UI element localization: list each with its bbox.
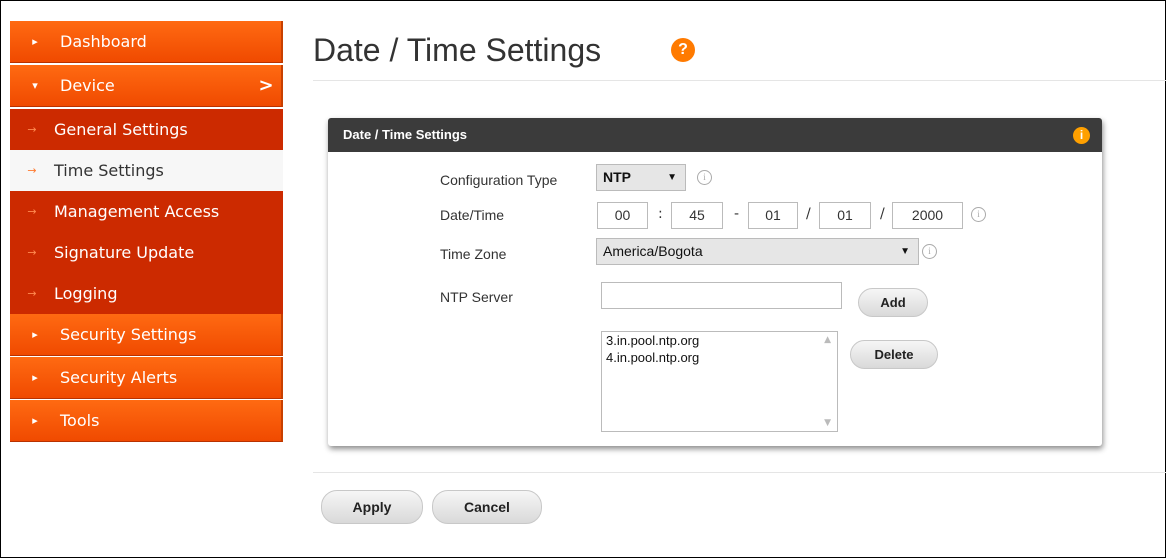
ntp-server-label: NTP Server — [440, 289, 513, 305]
minute-input[interactable]: 45 — [671, 202, 723, 229]
sidebar-item-time-settings[interactable]: → Time Settings — [10, 150, 283, 192]
dropdown-arrow-icon: ▼ — [667, 172, 677, 183]
chevron-right-icon: > — [258, 75, 274, 96]
add-button[interactable]: Add — [858, 288, 928, 317]
sidebar-item-label: Management Access — [54, 202, 220, 221]
delete-button[interactable]: Delete — [850, 340, 938, 369]
sidebar-item-security-settings[interactable]: ▸ Security Settings — [10, 314, 283, 356]
sidebar-item-management-access[interactable]: → Management Access — [10, 191, 283, 233]
config-type-value: NTP — [603, 169, 631, 185]
config-type-select[interactable]: NTP ▼ — [596, 164, 686, 191]
config-type-label: Configuration Type — [440, 172, 558, 188]
apply-button[interactable]: Apply — [321, 490, 423, 524]
panel-header: Date / Time Settings i — [328, 118, 1102, 152]
date-separator: / — [880, 206, 885, 222]
expand-triangle-icon: ▸ — [32, 371, 38, 384]
sidebar-item-label: Security Alerts — [60, 368, 178, 387]
sidebar-item-label: Dashboard — [60, 32, 147, 51]
arrow-right-icon: → — [27, 205, 37, 218]
footer-divider — [313, 472, 1166, 473]
arrow-right-icon: → — [27, 123, 37, 136]
expand-triangle-icon: ▸ — [32, 328, 38, 341]
hour-input[interactable]: 00 — [597, 202, 648, 229]
info-icon[interactable]: i — [1073, 127, 1090, 144]
day-input[interactable]: 01 — [819, 202, 871, 229]
date-separator: - — [734, 206, 740, 222]
sidebar-item-security-alerts[interactable]: ▸ Security Alerts — [10, 357, 283, 399]
datetime-label: Date/Time — [440, 207, 505, 223]
timezone-select[interactable]: America/Bogota ▼ — [596, 238, 919, 265]
sidebar-item-label: General Settings — [54, 120, 188, 139]
sidebar-item-label: Tools — [60, 411, 100, 430]
sidebar-item-dashboard[interactable]: ▸ Dashboard — [10, 21, 283, 63]
expand-triangle-icon: ▸ — [32, 35, 38, 48]
list-item[interactable]: 4.in.pool.ntp.org — [602, 349, 837, 366]
info-circle-icon[interactable]: i — [971, 207, 986, 222]
ntp-server-list[interactable]: 3.in.pool.ntp.org 4.in.pool.ntp.org ▲ ▼ — [601, 331, 838, 432]
collapse-triangle-icon: ▾ — [32, 79, 38, 92]
month-input[interactable]: 01 — [748, 202, 798, 229]
ntp-server-input[interactable] — [601, 282, 842, 309]
arrow-right-icon: → — [27, 164, 37, 177]
sidebar-item-tools[interactable]: ▸ Tools — [10, 400, 283, 442]
sidebar-item-label: Signature Update — [54, 243, 195, 262]
panel-title: Date / Time Settings — [343, 127, 468, 142]
page-title: Date / Time Settings — [313, 32, 602, 68]
date-separator: / — [806, 206, 811, 222]
sidebar-item-general-settings[interactable]: → General Settings — [10, 109, 283, 151]
sidebar-item-label: Time Settings — [54, 161, 164, 180]
info-circle-icon[interactable]: i — [697, 170, 712, 185]
sidebar-item-logging[interactable]: → Logging — [10, 273, 283, 315]
arrow-right-icon: → — [27, 287, 37, 300]
header-divider — [313, 80, 1166, 81]
info-circle-icon[interactable]: i — [922, 244, 937, 259]
timezone-label: Time Zone — [440, 246, 507, 262]
arrow-right-icon: → — [27, 246, 37, 259]
sidebar-item-label: Logging — [54, 284, 118, 303]
dropdown-arrow-icon: ▼ — [900, 246, 910, 257]
help-icon[interactable]: ? — [671, 38, 695, 62]
time-separator: : — [658, 206, 663, 222]
sidebar-item-label: Device — [60, 76, 115, 95]
expand-triangle-icon: ▸ — [32, 414, 38, 427]
scroll-down-icon[interactable]: ▼ — [824, 418, 831, 428]
cancel-button[interactable]: Cancel — [432, 490, 542, 524]
sidebar-item-label: Security Settings — [60, 325, 197, 344]
datetime-settings-panel: Date / Time Settings i Configuration Typ… — [328, 118, 1102, 446]
year-input[interactable]: 2000 — [892, 202, 963, 229]
timezone-value: America/Bogota — [603, 243, 703, 259]
scroll-up-icon[interactable]: ▲ — [824, 335, 831, 345]
sidebar-item-device[interactable]: ▾ Device > — [10, 65, 283, 107]
sidebar-item-signature-update[interactable]: → Signature Update — [10, 232, 283, 274]
list-item[interactable]: 3.in.pool.ntp.org — [602, 332, 837, 349]
